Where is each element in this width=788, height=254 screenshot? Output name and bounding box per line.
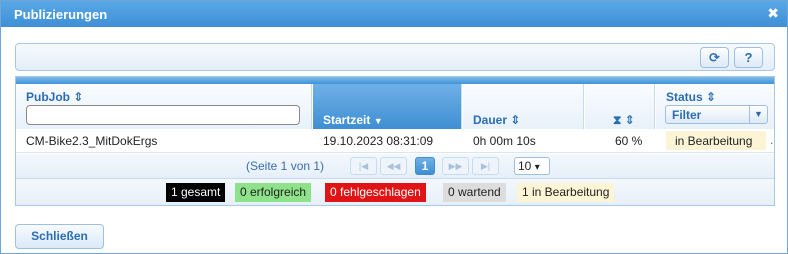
- close-icon[interactable]: ✖: [767, 5, 779, 22]
- page-info: (Seite 1 von 1): [246, 159, 325, 173]
- status-badge: in Bearbeitung .: [666, 131, 773, 150]
- dialog-title: Publizierungen: [14, 7, 108, 22]
- summary-in-progress-badge: 1 in Bearbeitung: [517, 183, 615, 202]
- column-header-label: Startzeit: [323, 113, 371, 127]
- cell-startzeit: 19.10.2023 08:31:09: [323, 134, 434, 148]
- current-page-button[interactable]: 1: [415, 157, 435, 175]
- summary-total-badge: 1 gesamt: [166, 183, 226, 202]
- table-top-strip: [16, 77, 774, 84]
- close-button[interactable]: Schließen: [15, 224, 104, 249]
- hourglass-icon: ⧗: [613, 113, 622, 127]
- publish-dialog: Publizierungen ✖ ⟳ ? PubJob ⇕ Startzeit …: [0, 0, 788, 254]
- column-header-status[interactable]: Status ⇕ Filter ▼: [656, 84, 774, 129]
- column-header-dauer[interactable]: Dauer ⇕: [463, 84, 584, 129]
- sort-desc-icon: ▼: [373, 116, 383, 126]
- prev-page-button[interactable]: ◀◀: [380, 157, 407, 175]
- summary-waiting-badge: 0 wartend: [443, 183, 506, 202]
- column-header-startzeit[interactable]: Startzeit ▼: [313, 84, 462, 129]
- chevron-down-icon: ▼: [749, 106, 767, 123]
- column-header-progress[interactable]: ⧗ ⇕: [585, 84, 655, 129]
- pubjob-filter-input[interactable]: [26, 105, 300, 125]
- next-page-button[interactable]: ▶▶: [442, 157, 469, 175]
- first-page-button[interactable]: |◀: [350, 157, 377, 175]
- summary-success-badge: 0 erfolgreich: [235, 183, 312, 202]
- publish-jobs-table: PubJob ⇕ Startzeit ▼ Dauer ⇕ ⧗ ⇕ Status …: [15, 76, 775, 206]
- cell-pubjob: CM-Bike2.3_MitDokErgs: [26, 134, 158, 148]
- summary-failed-badge: 0 fehlgeschlagen: [325, 183, 426, 202]
- sort-icon: ⇕: [624, 113, 635, 127]
- help-button[interactable]: ?: [734, 47, 763, 68]
- toolbar: ⟳ ?: [15, 43, 775, 71]
- pagination-bar: (Seite 1 von 1) |◀ ◀◀ 1 ▶▶ ▶| 10 ▾: [16, 154, 774, 179]
- sort-icon: ⇕: [510, 113, 521, 127]
- sort-icon: ⇕: [706, 90, 717, 104]
- column-header-label: Status: [666, 90, 703, 104]
- column-header-pubjob[interactable]: PubJob ⇕: [16, 84, 312, 129]
- chevron-down-icon: ▾: [534, 162, 540, 173]
- status-filter-select[interactable]: Filter ▼: [665, 105, 768, 124]
- column-header-label: Dauer: [473, 113, 508, 127]
- sort-icon: ⇕: [73, 90, 84, 104]
- status-filter-value: Filter: [672, 108, 702, 122]
- table-row[interactable]: CM-Bike2.3_MitDokErgs 19.10.2023 08:31:0…: [16, 130, 774, 153]
- column-header-label: PubJob: [26, 90, 70, 104]
- refresh-icon: ⟳: [709, 50, 720, 65]
- last-page-button[interactable]: ▶|: [472, 157, 499, 175]
- cell-dauer: 0h 00m 10s: [473, 134, 536, 148]
- refresh-button[interactable]: ⟳: [700, 47, 729, 68]
- cell-progress: 60 %: [615, 134, 643, 148]
- status-summary-bar: 1 gesamt 0 erfolgreich 0 fehlgeschlagen …: [16, 179, 774, 205]
- page-size-select[interactable]: 10 ▾: [514, 157, 550, 175]
- page-size-value: 10: [518, 159, 532, 173]
- dialog-titlebar[interactable]: Publizierungen ✖: [1, 1, 787, 27]
